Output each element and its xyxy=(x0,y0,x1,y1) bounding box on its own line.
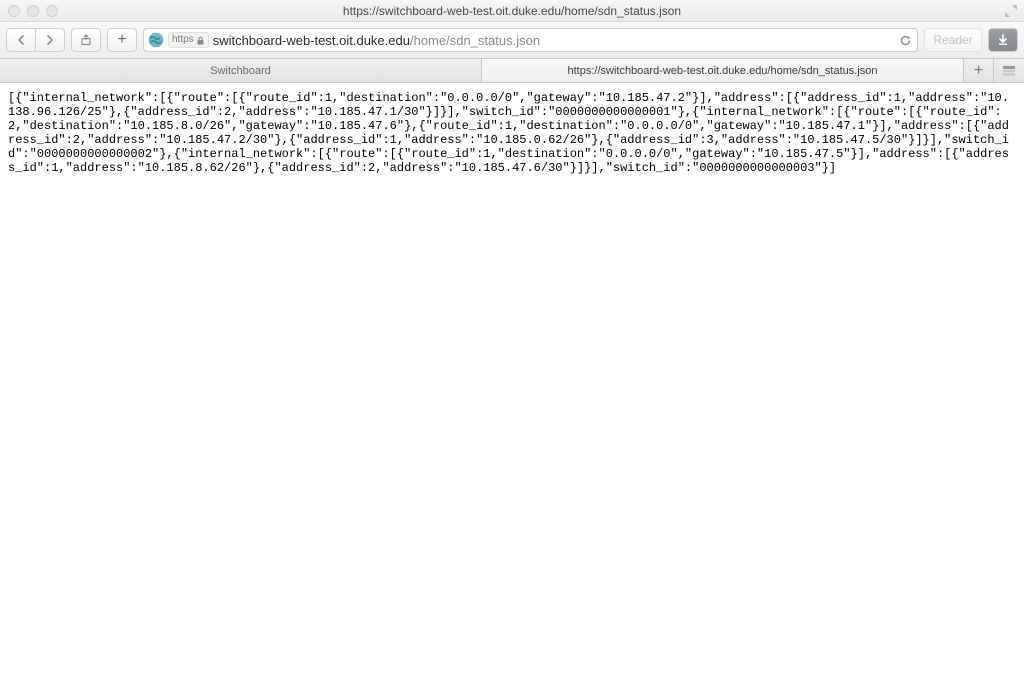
lock-icon xyxy=(196,36,205,45)
new-tab-button[interactable]: + xyxy=(964,59,994,82)
browser-toolbar: + https switchboard-web-test.oit.duke.ed… xyxy=(0,22,1024,59)
tab-switchboard[interactable]: × Switchboard xyxy=(0,59,482,82)
fullscreen-icon[interactable] xyxy=(1004,4,1018,18)
https-chip: https xyxy=(168,32,209,48)
reload-button[interactable] xyxy=(897,32,913,48)
plus-icon: + xyxy=(974,62,983,80)
minimize-window-button[interactable] xyxy=(27,5,39,17)
json-body[interactable]: [{"internal_network":[{"route":[{"route_… xyxy=(0,83,1024,183)
window-titlebar: https://switchboard-web-test.oit.duke.ed… xyxy=(0,0,1024,22)
forward-button[interactable] xyxy=(35,28,65,52)
nav-buttons-group xyxy=(6,28,65,52)
tab-label: https://switchboard-web-test.oit.duke.ed… xyxy=(567,65,877,77)
favicon-globe-icon xyxy=(148,32,164,48)
tab-overflow-button[interactable] xyxy=(994,59,1024,82)
zoom-window-button[interactable] xyxy=(46,5,58,17)
traffic-lights xyxy=(0,5,58,17)
tab-sdn-status[interactable]: × https://switchboard-web-test.oit.duke.… xyxy=(482,59,964,82)
address-text: switchboard-web-test.oit.duke.edu/home/s… xyxy=(213,33,540,48)
reader-button[interactable]: Reader xyxy=(924,28,982,52)
back-button[interactable] xyxy=(6,28,36,52)
address-host: switchboard-web-test.oit.duke.edu xyxy=(213,33,410,48)
window-title: https://switchboard-web-test.oit.duke.ed… xyxy=(0,4,1024,18)
close-window-button[interactable] xyxy=(8,5,20,17)
tab-bar: × Switchboard × https://switchboard-web-… xyxy=(0,59,1024,83)
https-label: https xyxy=(172,33,194,47)
address-bar[interactable]: https switchboard-web-test.oit.duke.edu/… xyxy=(143,28,918,52)
address-path: /home/sdn_status.json xyxy=(410,33,540,48)
share-button[interactable] xyxy=(71,28,101,52)
reader-label: Reader xyxy=(933,33,972,47)
tab-label: Switchboard xyxy=(210,65,271,77)
downloads-button[interactable] xyxy=(988,28,1018,52)
add-bookmark-button[interactable]: + xyxy=(107,28,137,52)
